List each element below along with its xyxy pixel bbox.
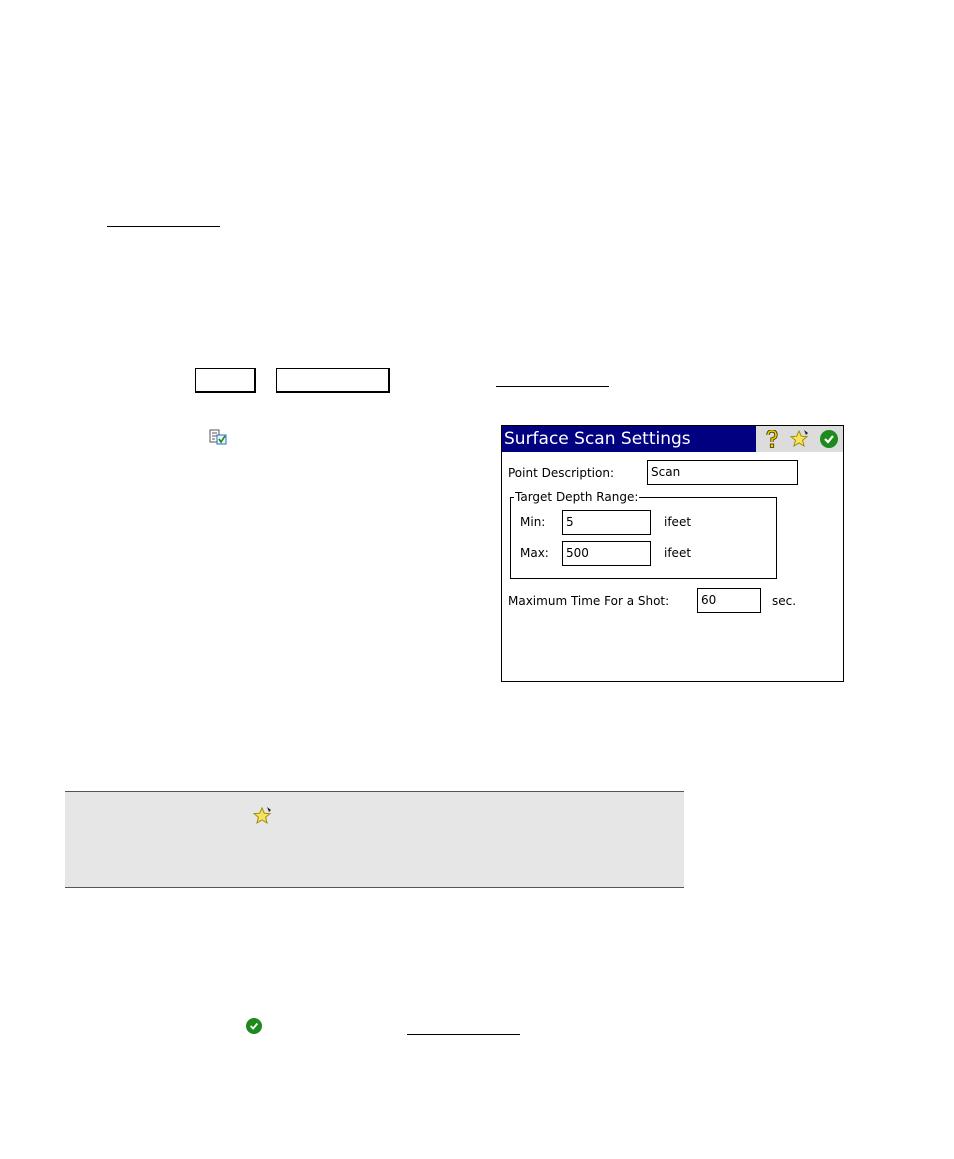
note-box [65, 791, 684, 888]
link-underline[interactable] [407, 1034, 520, 1035]
check-icon [246, 1018, 262, 1034]
point-description-input[interactable]: Scan [647, 460, 798, 485]
star-icon [252, 806, 273, 831]
max-unit: ifeet [664, 546, 692, 560]
min-depth-input[interactable]: 5 [562, 510, 651, 535]
surface-scan-settings-dialog: Surface Scan Settings Point Description:… [501, 425, 844, 682]
star-icon [790, 429, 809, 448]
favorites-button[interactable] [790, 429, 810, 449]
max-time-input[interactable]: 60 [697, 588, 761, 613]
dialog-title: Surface Scan Settings [504, 429, 691, 449]
max-label: Max: [520, 546, 549, 560]
max-depth-input[interactable]: 500 [562, 541, 651, 566]
question-icon [766, 430, 778, 448]
menu-button[interactable] [195, 368, 256, 393]
target-depth-range-group: Target Depth Range: Min: 5 ifeet Max: 50… [510, 490, 777, 579]
min-unit: ifeet [664, 515, 692, 529]
link-underline[interactable] [107, 226, 220, 227]
link-underline[interactable] [496, 386, 609, 387]
dialog-toolbar [756, 426, 843, 452]
help-button[interactable] [762, 429, 782, 449]
min-label: Min: [520, 515, 546, 529]
surface-scan-button[interactable] [276, 368, 390, 393]
checklist-icon [209, 429, 227, 445]
target-depth-range-legend: Target Depth Range: [514, 490, 640, 504]
max-time-unit: sec. [772, 594, 797, 608]
max-time-label: Maximum Time For a Shot: [508, 594, 670, 608]
point-description-label: Point Description: [508, 466, 614, 480]
ok-button[interactable] [819, 429, 839, 449]
check-icon [820, 430, 838, 448]
